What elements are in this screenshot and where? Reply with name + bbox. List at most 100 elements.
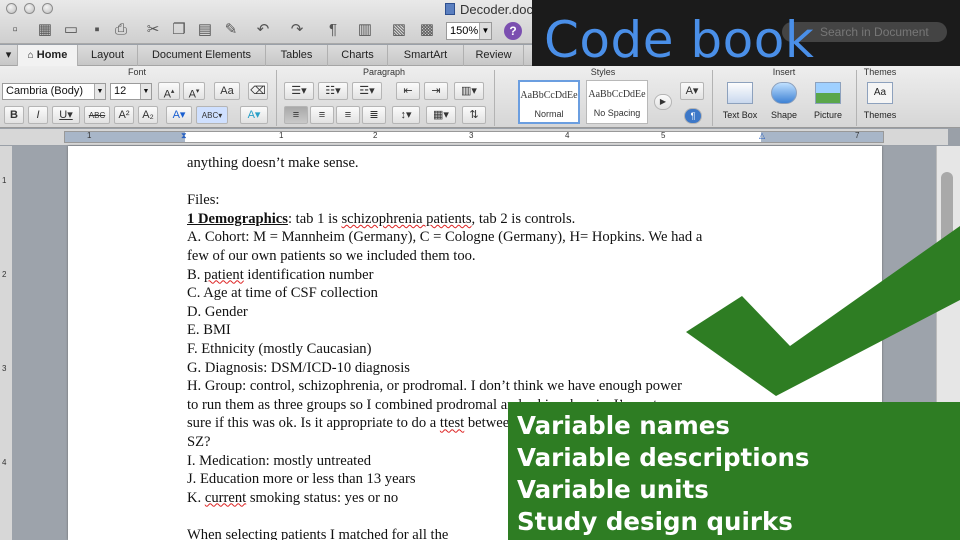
paragraph-group-label: Paragraph <box>362 67 406 77</box>
doc-line: B. patient identification number <box>187 266 374 283</box>
columns-button[interactable]: ▥▾ <box>454 82 484 100</box>
minimize-window-button[interactable] <box>24 3 35 14</box>
decrease-indent-button[interactable]: ⇤ <box>396 82 420 100</box>
horizontal-ruler-area: 1 ⧗ 1 2 3 4 5 △ 7 <box>0 129 948 145</box>
ribbon-body: Font Paragraph Styles Insert Themes Camb… <box>0 66 960 128</box>
font-name-select[interactable]: Cambria (Body) ▼ <box>2 83 106 100</box>
redo-icon[interactable]: ↷ <box>286 20 308 40</box>
chevron-down-icon: ▼ <box>94 84 105 99</box>
scroll-thumb[interactable] <box>941 172 953 302</box>
doc-line: C. Age at time of CSF collection <box>187 285 378 302</box>
templates-icon[interactable]: ▦ <box>34 20 56 40</box>
vertical-ruler[interactable]: 1 2 3 4 <box>0 146 12 540</box>
clear-formatting-button[interactable]: ⌫ <box>248 82 268 100</box>
zoom-select[interactable]: 150% ▼ <box>446 22 492 40</box>
styles-pane-icon[interactable]: ¶ <box>684 108 702 124</box>
text-box-icon <box>727 82 753 104</box>
text-box-button[interactable]: Text Box <box>718 82 762 120</box>
callout-box: Variable names Variable descriptions Var… <box>508 402 960 540</box>
strikethrough-button[interactable]: ABC <box>84 106 110 124</box>
themes-button[interactable]: Aa Themes <box>858 82 902 120</box>
tab-charts[interactable]: Charts <box>328 45 388 66</box>
manage-styles-button[interactable]: A▾ <box>680 82 704 100</box>
open-folder-icon[interactable]: ▭ <box>60 20 82 40</box>
styles-group-label: Styles <box>590 67 616 77</box>
shape-icon <box>771 82 797 104</box>
style-no-spacing[interactable]: AaBbCcDdEe No Spacing <box>586 80 648 124</box>
spelling-mark: schizophrenia patients <box>341 210 472 227</box>
spelling-mark: patient <box>204 266 244 283</box>
doc-line: G. Diagnosis: DSM/ICD-10 diagnosis <box>187 359 410 376</box>
ribbon-collapse-icon[interactable]: ▾ <box>0 45 18 66</box>
picture-button[interactable]: Picture <box>806 82 850 120</box>
right-indent-marker-icon[interactable]: △ <box>759 131 765 140</box>
increase-indent-button[interactable]: ⇥ <box>424 82 448 100</box>
zoom-window-button[interactable] <box>42 3 53 14</box>
window-title: Decoder.docx <box>445 2 540 17</box>
callout-item: Variable descriptions <box>517 443 810 472</box>
format-painter-icon[interactable]: ✎ <box>220 20 242 40</box>
word-document-icon <box>445 3 455 15</box>
grow-font-button[interactable]: A▴ <box>158 82 180 101</box>
help-icon[interactable]: ? <box>504 22 522 40</box>
themes-group-label: Themes <box>863 67 897 77</box>
sidebar-view-icon[interactable]: ▥ <box>354 20 376 40</box>
copy-icon[interactable]: ❐ <box>168 20 190 40</box>
underline-button[interactable]: U▾ <box>52 106 80 124</box>
highlight-button[interactable]: ABC▾ <box>196 106 228 124</box>
doc-line: F. Ethnicity (mostly Caucasian) <box>187 340 372 357</box>
code-book-heading: Code book <box>544 11 815 69</box>
tab-layout[interactable]: Layout <box>78 45 138 66</box>
tab-home[interactable]: ⌂ Home <box>18 45 78 66</box>
home-icon: ⌂ <box>27 50 34 61</box>
save-icon[interactable]: ▪ <box>86 20 108 40</box>
change-case-button[interactable]: Aa <box>214 82 240 100</box>
doc-line-demographics: 1 Demographics: tab 1 is schizophrenia p… <box>187 210 576 227</box>
undo-icon[interactable]: ↶ <box>252 20 274 40</box>
gallery-icon[interactable]: ▧ <box>388 20 410 40</box>
spelling-mark: current <box>204 489 247 506</box>
align-right-button[interactable]: ≡ <box>336 106 360 124</box>
cut-icon[interactable]: ✂ <box>142 20 164 40</box>
print-icon[interactable]: ⎙ <box>110 20 132 40</box>
chevron-down-icon: ▼ <box>479 23 491 39</box>
text-effects-button[interactable]: A▾ <box>240 106 268 124</box>
indent-marker-icon[interactable]: ⧗ <box>181 131 187 141</box>
tab-smartart[interactable]: SmartArt <box>388 45 464 66</box>
tab-review[interactable]: Review <box>464 45 524 66</box>
justify-button[interactable]: ≣ <box>362 106 386 124</box>
demographics-heading: 1 Demographics <box>187 210 288 227</box>
borders-button[interactable]: ▦▾ <box>426 106 456 124</box>
paste-icon[interactable]: ▤ <box>194 20 216 40</box>
new-document-icon[interactable]: ▫ <box>4 20 26 40</box>
show-formatting-icon[interactable]: ¶ <box>322 20 344 40</box>
bullets-button[interactable]: ☰▾ <box>284 82 314 100</box>
superscript-button[interactable]: A² <box>114 106 134 124</box>
doc-line: H. Group: control, schizophrenia, or pro… <box>187 378 682 395</box>
callout-item: Variable units <box>517 475 709 504</box>
bold-button[interactable]: B <box>4 106 24 124</box>
shrink-font-button[interactable]: A▾ <box>183 82 205 101</box>
text-direction-button[interactable]: ⇅ <box>462 106 486 124</box>
ribbon-tabs: ▾ ⌂ Home Layout Document Elements Tables… <box>0 45 532 66</box>
picture-icon <box>815 82 841 104</box>
align-center-button[interactable]: ≡ <box>310 106 334 124</box>
toolbox-icon[interactable]: ▩ <box>416 20 438 40</box>
callout-item: Study design quirks <box>517 507 793 536</box>
style-normal[interactable]: AaBbCcDdEe Normal <box>518 80 580 124</box>
font-size-select[interactable]: 12 ▼ <box>110 83 152 100</box>
tab-document-elements[interactable]: Document Elements <box>138 45 266 66</box>
subscript-button[interactable]: A₂ <box>138 106 158 124</box>
horizontal-ruler[interactable]: 1 ⧗ 1 2 3 4 5 △ 7 <box>64 131 884 143</box>
multilevel-list-button[interactable]: ☲▾ <box>352 82 382 100</box>
font-color-button[interactable]: A▾ <box>166 106 192 124</box>
align-left-button[interactable]: ≡ <box>284 106 308 124</box>
line-spacing-button[interactable]: ↕▾ <box>392 106 420 124</box>
styles-next-button[interactable]: ▶ <box>654 94 672 110</box>
close-window-button[interactable] <box>6 3 17 14</box>
tab-tables[interactable]: Tables <box>266 45 328 66</box>
doc-line: few of our own patients so we included t… <box>187 247 476 264</box>
numbering-button[interactable]: ☷▾ <box>318 82 348 100</box>
shape-button[interactable]: Shape <box>762 82 806 120</box>
italic-button[interactable]: I <box>28 106 48 124</box>
